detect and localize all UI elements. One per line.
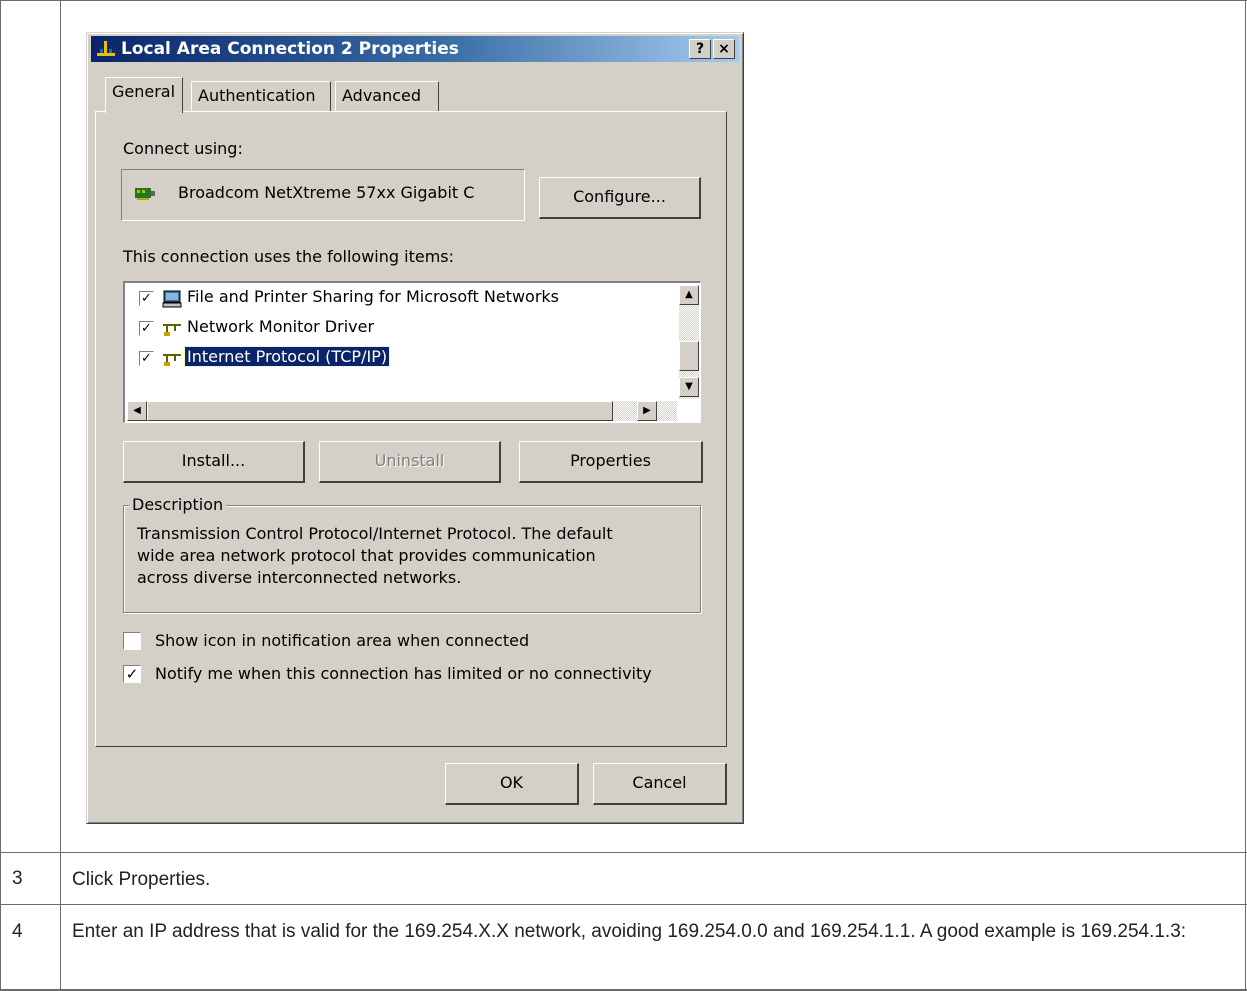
item-label: Internet Protocol (TCP/IP) — [183, 346, 391, 367]
step-number: 3 — [12, 868, 23, 889]
scroll-down-icon[interactable]: ▼ — [679, 377, 699, 397]
tab-advanced[interactable]: Advanced — [335, 81, 439, 111]
adapter-name: Broadcom NetXtreme 57xx Gigabit C — [178, 183, 475, 202]
description-line: across diverse interconnected networks. — [137, 568, 462, 587]
properties-dialog: Local Area Connection 2 Properties ? × G… — [86, 32, 744, 824]
network-protocol-icon — [163, 354, 181, 366]
adapter-box: Broadcom NetXtreme 57xx Gigabit C — [121, 169, 525, 221]
tab-general[interactable]: General — [105, 77, 183, 113]
title-bar[interactable]: Local Area Connection 2 Properties ? × — [91, 36, 739, 62]
description-line: Transmission Control Protocol/Internet P… — [137, 524, 613, 543]
description-legend: Description — [129, 495, 227, 514]
tab-authentication[interactable]: Authentication — [191, 81, 331, 111]
install-button[interactable]: Install... — [123, 441, 305, 483]
step-number: 4 — [12, 921, 23, 942]
table-border-right — [1245, 0, 1246, 991]
table-column-divider — [60, 0, 61, 991]
table-border-top — [0, 0, 1247, 1]
notify-checkbox[interactable]: ✓ — [123, 665, 141, 683]
uninstall-button[interactable]: Uninstall — [319, 441, 501, 483]
table-divider — [0, 852, 1247, 853]
computer-icon — [162, 290, 182, 308]
notify-label[interactable]: Notify me when this connection has limit… — [155, 664, 652, 683]
items-label: This connection uses the following items… — [123, 247, 454, 266]
step-text: Click Properties. — [72, 869, 211, 890]
properties-button[interactable]: Properties — [519, 441, 703, 483]
scrollbar-thumb[interactable] — [679, 341, 699, 371]
show-icon-label[interactable]: Show icon in notification area when conn… — [155, 631, 529, 650]
help-button[interactable]: ? — [689, 39, 711, 59]
ok-button[interactable]: OK — [445, 763, 579, 805]
close-button[interactable]: × — [713, 39, 735, 59]
components-list: ✓ File and Printer Sharing for Microsoft… — [123, 281, 701, 423]
scroll-left-icon[interactable]: ◀ — [127, 401, 147, 421]
dialog-title: Local Area Connection 2 Properties — [121, 39, 459, 59]
configure-button[interactable]: Configure... — [539, 177, 701, 219]
step-text: Enter an IP address that is valid for th… — [72, 921, 1187, 942]
table-border-left — [0, 0, 1, 991]
network-adapter-icon — [135, 188, 155, 200]
item-checkbox[interactable]: ✓ — [139, 351, 154, 366]
connect-using-label: Connect using: — [123, 139, 243, 158]
network-protocol-icon — [163, 324, 181, 336]
scroll-up-icon[interactable]: ▲ — [679, 285, 699, 305]
network-connection-icon — [97, 41, 115, 56]
item-checkbox[interactable]: ✓ — [139, 321, 154, 336]
item-label: Network Monitor Driver — [187, 317, 375, 336]
item-checkbox[interactable]: ✓ — [139, 291, 154, 306]
table-divider — [0, 904, 1247, 905]
cancel-button[interactable]: Cancel — [593, 763, 727, 805]
horizontal-scrollbar-thumb[interactable] — [147, 401, 613, 421]
show-icon-checkbox[interactable] — [123, 632, 141, 650]
scroll-right-icon[interactable]: ▶ — [637, 401, 657, 421]
description-line: wide area network protocol that provides… — [137, 546, 596, 565]
item-label: File and Printer Sharing for Microsoft N… — [187, 287, 559, 306]
